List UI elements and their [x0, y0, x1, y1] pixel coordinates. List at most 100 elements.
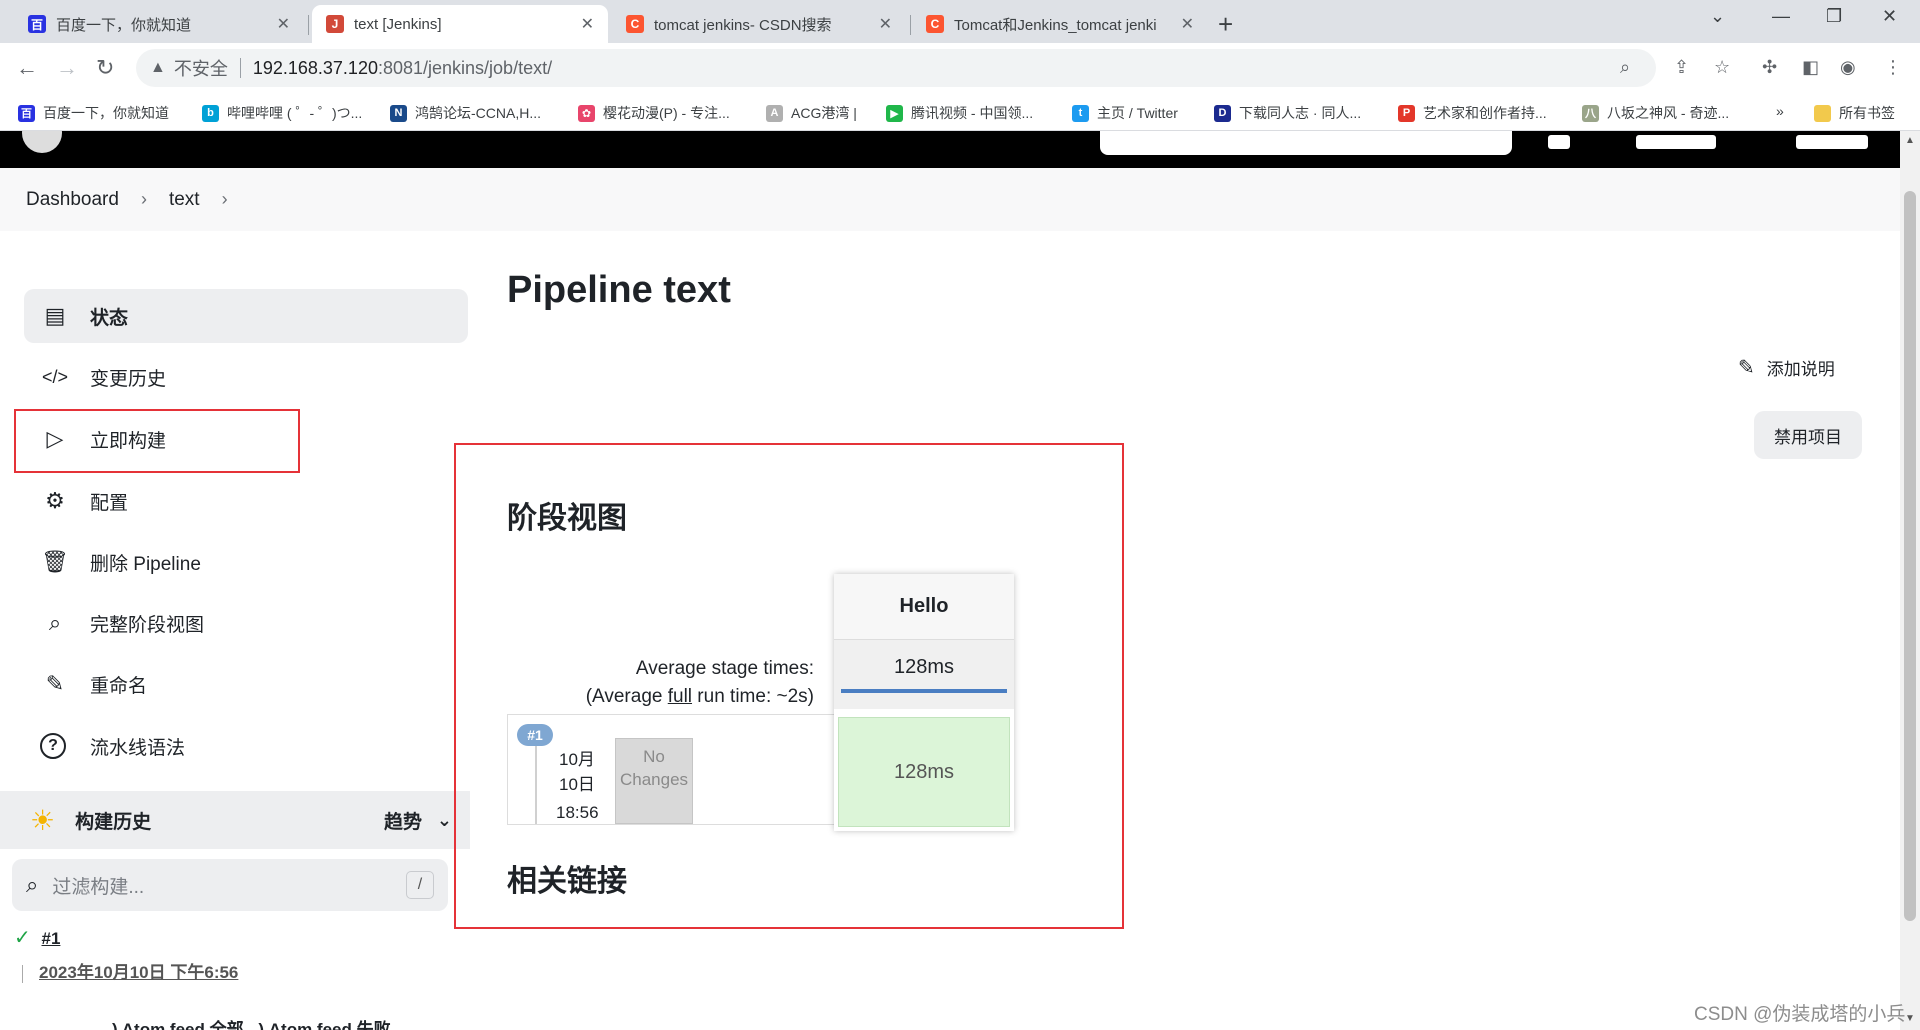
minimize-button[interactable]: —: [1772, 6, 1790, 27]
scroll-down-icon[interactable]: ▼: [1905, 1013, 1915, 1024]
code-icon: </>: [41, 366, 69, 387]
success-icon: ✓: [14, 927, 31, 949]
search-icon: ⌕: [48, 610, 62, 635]
user-menu[interactable]: [1636, 135, 1716, 149]
atom-feed-failed-link[interactable]: Atom feed 失败: [269, 1020, 391, 1030]
tab-separator: [910, 15, 911, 35]
watermark: CSDN @伪装成塔的小兵: [1694, 1004, 1906, 1025]
bookmark-item[interactable]: D 下载同人志 · 同人...: [1214, 103, 1361, 123]
sidebar-item-pipeline-syntax[interactable]: ? 流水线语法: [24, 719, 468, 773]
close-window-button[interactable]: ✕: [1882, 6, 1897, 27]
close-tab-icon[interactable]: ✕: [277, 14, 290, 34]
filter-placeholder: 过滤构建...: [52, 876, 145, 898]
sidebar-item-configure[interactable]: ⚙ 配置: [24, 474, 468, 528]
share-icon[interactable]: ⇪: [1674, 57, 1689, 78]
sakura-icon: ✿: [578, 104, 595, 122]
bookmark-item[interactable]: ✿ 樱花动漫(P) - 专注...: [578, 103, 730, 123]
breadcrumb-job[interactable]: text: [169, 189, 200, 211]
close-tab-icon[interactable]: ✕: [879, 14, 892, 34]
jenkins-logo[interactable]: [22, 131, 62, 153]
breadcrumb-dashboard[interactable]: Dashboard: [26, 189, 119, 211]
browser-tab-csdn-search[interactable]: C tomcat jenkins- CSDN搜索 ✕: [612, 5, 906, 43]
chevron-right-icon[interactable]: ›: [222, 189, 228, 210]
side-panel-icon[interactable]: ◧: [1802, 57, 1819, 78]
sidebar-item-status[interactable]: ▤ 状态: [24, 289, 468, 343]
reload-icon[interactable]: ↻: [96, 55, 114, 81]
bookmark-star-icon[interactable]: ☆: [1714, 57, 1730, 78]
tab-separator: [308, 15, 309, 35]
gear-icon: ⚙: [45, 488, 65, 513]
trash-icon: 🗑: [41, 549, 69, 574]
bookmark-item[interactable]: ▶ 腾讯视频 - 中国领...: [886, 103, 1033, 123]
bookmark-item[interactable]: 八八坂之神风 - 奇迹...: [1582, 103, 1729, 123]
sidebar-item-rename[interactable]: ✎ 重命名: [24, 657, 468, 711]
build-filter-input[interactable]: ⌕ 过滤构建... /: [12, 859, 448, 911]
extensions-icon[interactable]: ✣: [1762, 57, 1777, 78]
bookmark-item[interactable]: b 哔哩哔哩 ( ゜- ゜)つ...: [202, 103, 362, 123]
breadcrumb: Dashboard › text ›: [0, 168, 1900, 231]
jenkins-header: [0, 131, 1900, 168]
scroll-up-icon[interactable]: ▲: [1905, 135, 1915, 146]
highlight-build-now: [14, 409, 300, 473]
profile-avatar-icon[interactable]: ◉: [1840, 57, 1856, 78]
insecure-label: 不安全: [173, 59, 228, 79]
atom-feed-all-link[interactable]: Atom feed 全部: [122, 1020, 244, 1030]
scrollbar-thumb[interactable]: [1904, 191, 1916, 921]
bookmark-item[interactable]: t 主页 / Twitter: [1072, 103, 1178, 123]
trend-link[interactable]: 趋势: [384, 807, 422, 834]
browser-tab-bar: 百 百度一下，你就知道 ✕ J text [Jenkins] ✕ C tomca…: [0, 0, 1920, 43]
sidebar-item-full-stage-view[interactable]: ⌕ 完整阶段视图: [24, 596, 468, 650]
tencent-video-icon: ▶: [886, 104, 903, 122]
page-viewport: Dashboard › text › ▤ 状态 </> 变更历史 ▷ 立即构建 …: [0, 131, 1920, 1030]
notifications-icon[interactable]: [1548, 135, 1570, 149]
browser-tab-csdn-article[interactable]: C Tomcat和Jenkins_tomcat jenki ✕: [912, 5, 1208, 43]
browser-tab-baidu[interactable]: 百 百度一下，你就知道 ✕: [14, 5, 304, 43]
sidebar-item-delete-pipeline[interactable]: 🗑 删除 Pipeline: [24, 535, 468, 589]
highlight-stage-view: [454, 443, 1124, 929]
bookmark-item[interactable]: A ACG港湾 |: [766, 103, 857, 123]
jenkins-search-box[interactable]: [1100, 131, 1512, 155]
more-bookmarks-button[interactable]: »: [1776, 103, 1784, 119]
logout-button[interactable]: [1796, 135, 1868, 149]
chevron-down-icon[interactable]: ⌄: [437, 810, 452, 831]
build-link[interactable]: #1: [42, 929, 61, 948]
jenkins-icon: J: [326, 15, 344, 33]
bookmark-item[interactable]: N 鸿鹄论坛-CCNA,H...: [390, 103, 541, 123]
folder-icon: [1814, 104, 1831, 122]
url-host: 192.168.37.120: [252, 57, 378, 78]
document-icon: ▤: [44, 303, 66, 328]
bookmark-item[interactable]: 百百度一下，你就知道: [18, 103, 169, 123]
forum-icon: N: [390, 104, 407, 122]
all-bookmarks-folder[interactable]: 所有书签: [1814, 103, 1895, 123]
patreon-icon: P: [1398, 104, 1415, 122]
bookmarks-bar: 百百度一下，你就知道 b 哔哩哔哩 ( ゜- ゜)つ... N 鸿鹄论坛-CCNA,…: [0, 95, 1920, 131]
new-tab-button[interactable]: +: [1218, 9, 1233, 40]
chevron-right-icon[interactable]: ›: [141, 189, 147, 210]
zoom-icon[interactable]: ⌕: [1620, 57, 1630, 78]
bookmark-item[interactable]: P 艺术家和创作者持...: [1398, 103, 1547, 123]
back-icon[interactable]: ←: [16, 55, 38, 81]
shortcut-key: /: [406, 871, 434, 899]
browser-toolbar: ← → ↻ ▲ 不安全 192.168.37.120 :8081/jenkins…: [0, 43, 1920, 95]
site-icon: 八: [1582, 104, 1599, 122]
menu-icon[interactable]: ⋮: [1884, 57, 1902, 78]
rss-icon: ): [112, 1020, 118, 1030]
divider: [22, 964, 23, 983]
browser-tab-jenkins[interactable]: J text [Jenkins] ✕: [312, 5, 608, 43]
maximize-button[interactable]: ❐: [1826, 6, 1842, 27]
build-history-row: ✓ #1: [14, 925, 60, 950]
address-bar[interactable]: ▲ 不安全 192.168.37.120 :8081/jenkins/job/t…: [136, 49, 1656, 87]
build-date-link[interactable]: 2023年10月10日 下午6:56: [22, 958, 238, 983]
sun-icon: ☀: [30, 804, 56, 836]
close-tab-icon[interactable]: ✕: [581, 14, 594, 34]
forward-icon[interactable]: →: [56, 55, 78, 81]
atom-feeds: ) Atom feed 全部 ) Atom feed 失败: [112, 1015, 391, 1030]
add-description-link[interactable]: ✎ 添加说明: [1738, 355, 1835, 380]
tab-search-icon[interactable]: ⌄: [1710, 6, 1725, 27]
close-tab-icon[interactable]: ✕: [1181, 14, 1194, 34]
sidebar-item-changes[interactable]: </> 变更历史: [24, 350, 468, 404]
url-path: :8081/jenkins/job/text/: [377, 57, 553, 78]
csdn-icon: C: [626, 15, 644, 33]
disable-project-button[interactable]: 禁用项目: [1754, 411, 1862, 459]
page-scrollbar[interactable]: ▲ ▼: [1900, 131, 1920, 1030]
